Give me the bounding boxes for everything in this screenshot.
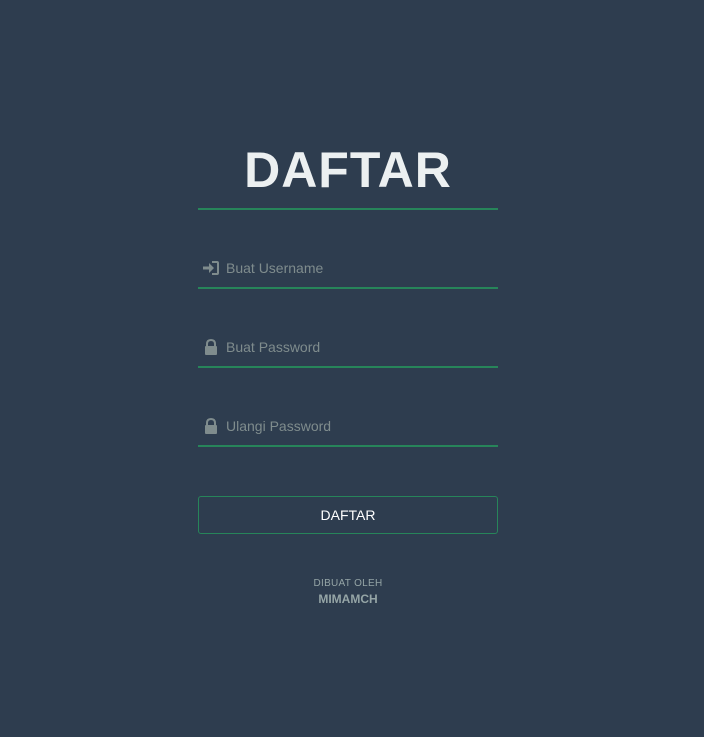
confirm-password-input[interactable] (226, 415, 496, 437)
username-input[interactable] (226, 257, 496, 279)
sign-in-icon (202, 260, 220, 276)
register-button[interactable]: DAFTAR (198, 496, 498, 534)
page-title: DAFTAR (244, 142, 452, 198)
confirm-password-field (198, 407, 498, 447)
title-divider (198, 208, 498, 210)
lock-icon (202, 417, 220, 434)
password-input[interactable] (226, 336, 496, 358)
register-page: DAFTAR DAFTAR (0, 0, 704, 737)
password-field (198, 328, 498, 368)
username-field (198, 249, 498, 289)
credit-label: DIBUAT OLEH (313, 578, 383, 589)
credit-author: MIMAMCH (318, 592, 378, 606)
lock-icon (202, 338, 220, 355)
